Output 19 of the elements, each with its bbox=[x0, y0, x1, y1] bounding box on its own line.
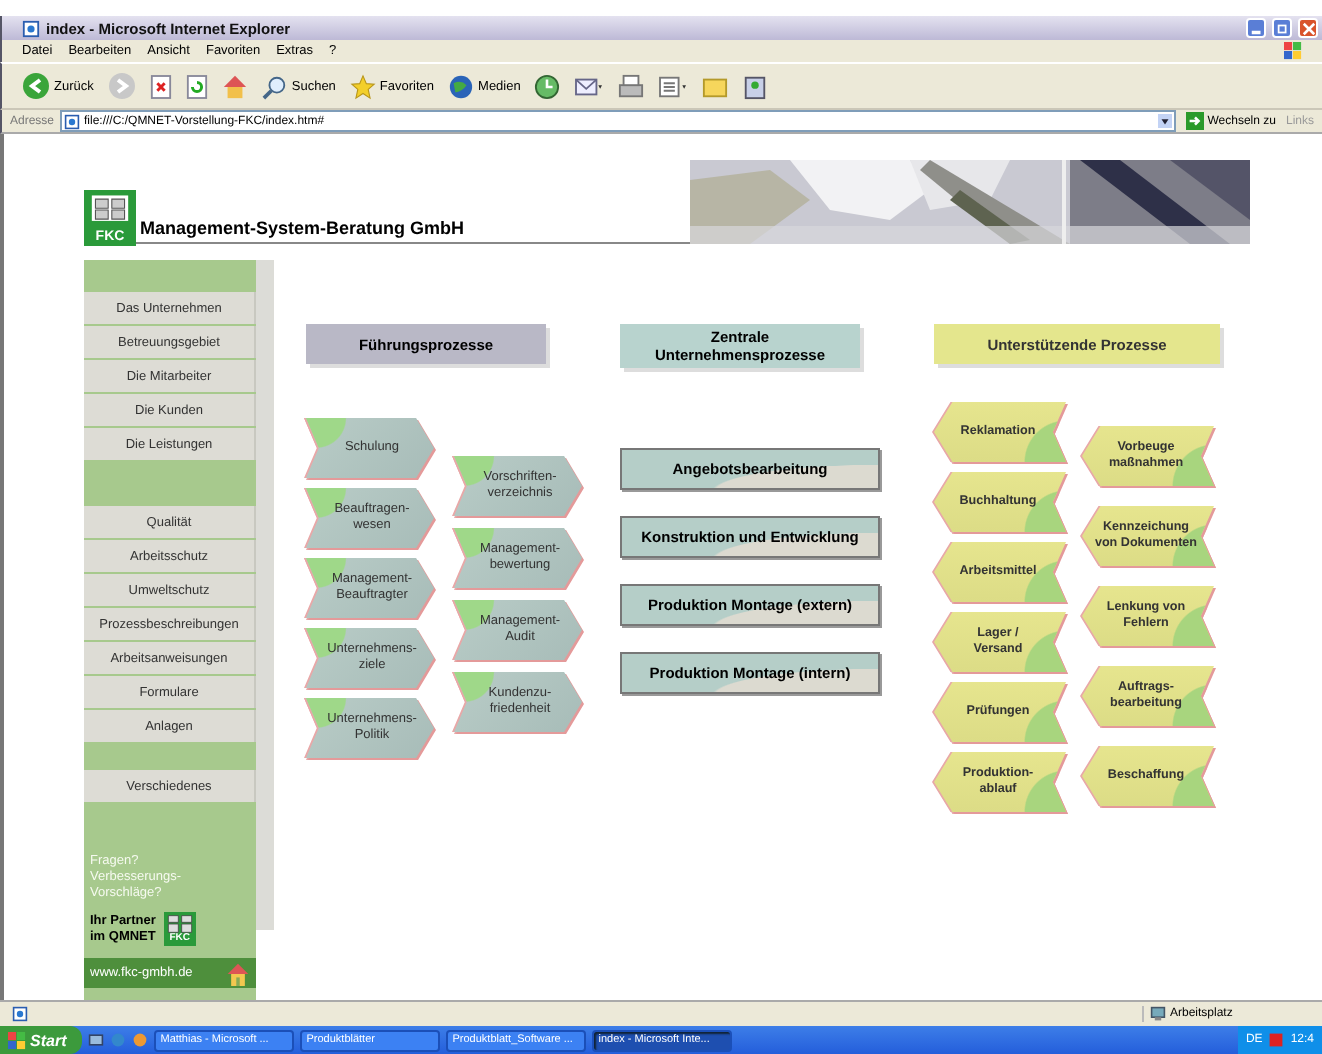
page-icon bbox=[22, 19, 40, 37]
close-button[interactable] bbox=[1298, 18, 1318, 38]
page-icon bbox=[64, 113, 81, 129]
home-icon[interactable] bbox=[226, 961, 250, 985]
dropdown-icon[interactable] bbox=[1157, 114, 1172, 128]
desktop-icon[interactable] bbox=[88, 1032, 105, 1048]
page-icon bbox=[12, 1006, 28, 1022]
star-icon bbox=[349, 73, 376, 99]
search-icon bbox=[261, 73, 288, 99]
maximize-button[interactable] bbox=[1272, 18, 1292, 38]
computer-icon bbox=[1150, 1006, 1166, 1022]
globe-icon bbox=[448, 73, 475, 99]
minimize-button[interactable] bbox=[1246, 18, 1266, 38]
windows-logo-icon bbox=[8, 1031, 26, 1049]
windows-logo-icon bbox=[1284, 42, 1302, 60]
start-button[interactable]: Start bbox=[0, 1026, 83, 1054]
company-name: Management-System-Beratung GmbH bbox=[136, 218, 465, 244]
maximize-icon bbox=[1275, 21, 1289, 35]
close-icon bbox=[1301, 21, 1315, 35]
